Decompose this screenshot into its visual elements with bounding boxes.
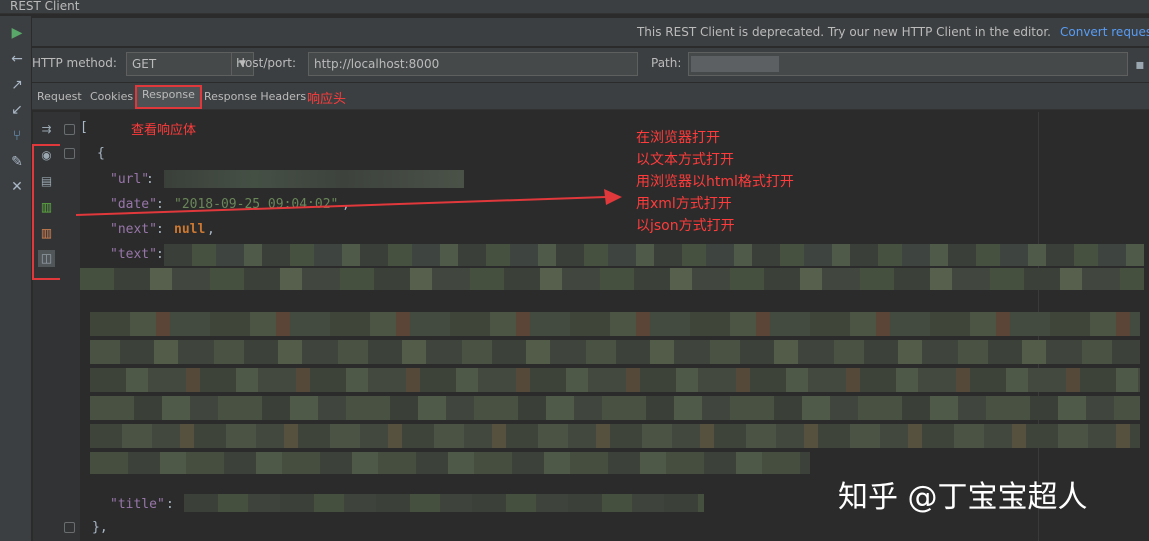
- annotation-arrow: [75, 189, 622, 216]
- annotation-open-as-text: 以文本方式打开: [636, 152, 734, 168]
- annotation-open-in-browser: 在浏览器打开: [636, 130, 720, 146]
- annotation-open-modes: 在浏览器打开 以文本方式打开 用浏览器以html格式打开 用xml方式打开 以j…: [636, 127, 794, 237]
- annotation-open-as-json: 以json方式打开: [636, 218, 735, 234]
- annotation-open-as-html: 用浏览器以html格式打开: [636, 174, 794, 190]
- annotation-open-as-xml: 用xml方式打开: [636, 196, 732, 212]
- watermark: 知乎 @丁宝宝超人: [838, 480, 1088, 515]
